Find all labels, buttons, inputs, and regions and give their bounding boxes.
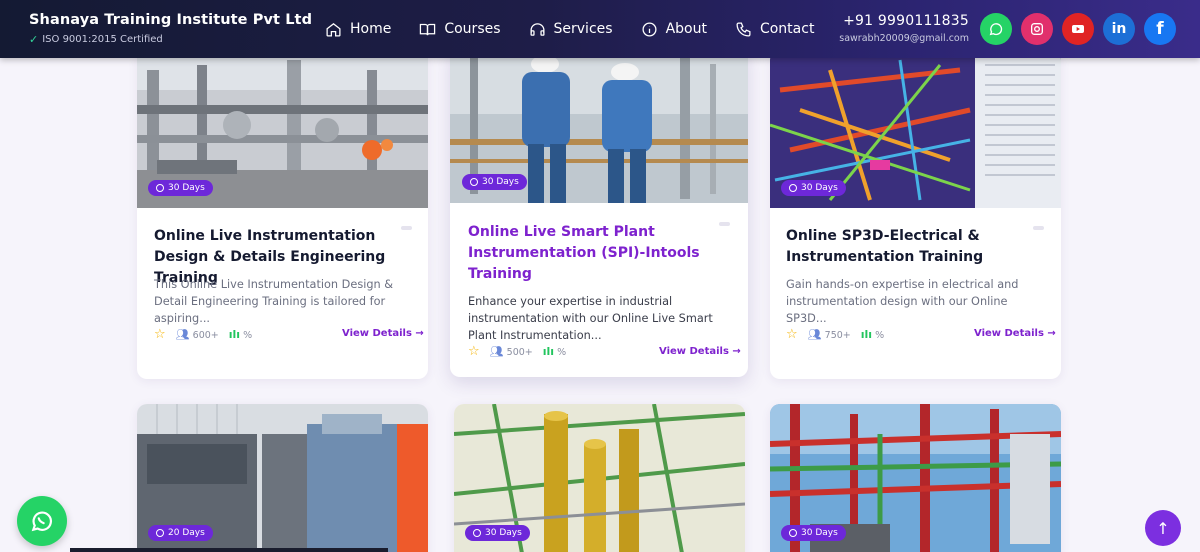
nav-services-label: Services xyxy=(553,21,613,37)
clock-icon xyxy=(789,529,797,537)
clock-icon xyxy=(473,529,481,537)
nav-about-label: About xyxy=(665,21,707,37)
view-details-label: View Details xyxy=(342,328,412,339)
star-icon: ☆ xyxy=(468,344,480,359)
card-menu-indicator xyxy=(1033,226,1044,230)
view-details-link[interactable]: View Details → xyxy=(974,328,1056,339)
course-description: Gain hands-on expertise in electrical an… xyxy=(786,278,1019,325)
nav-courses[interactable]: Courses xyxy=(419,21,501,38)
whatsapp-icon xyxy=(31,511,52,532)
duration-text: 30 Days xyxy=(168,183,205,193)
view-details-link[interactable]: View Details → xyxy=(659,346,741,357)
course-description: This Online Live Instrumentation Design … xyxy=(154,278,394,325)
course-card[interactable]: 30 Days Online SP3D-Electrical & Instrum… xyxy=(770,50,1061,379)
nav-contact[interactable]: Contact xyxy=(735,21,814,38)
clock-icon xyxy=(789,184,797,192)
phone-icon xyxy=(736,21,751,37)
users-icon: 👥︎ xyxy=(489,345,504,358)
star-icon: ☆ xyxy=(154,327,166,342)
student-count: 500+ xyxy=(506,347,533,358)
site-header: Shanaya Training Institute Pvt Ltd ✓ ISO… xyxy=(0,0,1200,58)
course-title[interactable]: Online SP3D-Electrical & Instrumentation… xyxy=(786,226,996,268)
nav-contact-label: Contact xyxy=(759,21,815,37)
duration-text: 30 Days xyxy=(801,183,838,193)
users-icon: 👥︎ xyxy=(807,328,822,341)
duration-badge: 30 Days xyxy=(148,180,213,196)
course-card-highlighted[interactable]: 30 Days Online Live Smart Plant Instrume… xyxy=(450,44,748,377)
duration-badge: 30 Days xyxy=(781,180,846,196)
contact-block: +91 9990111835 sawrabh20009@gmail.com xyxy=(839,13,969,44)
duration-badge: 20 Days xyxy=(148,525,213,541)
clock-icon xyxy=(156,529,164,537)
card-menu-indicator xyxy=(401,226,412,230)
arrow-right-icon: → xyxy=(1047,328,1056,339)
nav-home-label: Home xyxy=(350,21,392,37)
status-bar-fragment xyxy=(70,548,388,552)
view-details-label: View Details xyxy=(659,346,729,357)
scroll-to-top-button[interactable]: ↑ xyxy=(1145,510,1181,546)
linkedin-icon[interactable]: in xyxy=(1103,13,1135,45)
nav-courses-label: Courses xyxy=(444,21,501,37)
check-icon: ✓ xyxy=(29,33,39,46)
nav-services[interactable]: Services xyxy=(529,21,613,38)
student-count: 600+ xyxy=(192,330,219,341)
duration-text: 30 Days xyxy=(482,177,519,187)
duration-text: 30 Days xyxy=(485,528,522,538)
info-icon xyxy=(642,21,657,37)
brand[interactable]: Shanaya Training Institute Pvt Ltd ✓ ISO… xyxy=(29,12,312,46)
course-meta: ☆ 👥︎ 600+ ılı % xyxy=(154,327,252,342)
users-icon: 👥︎ xyxy=(175,328,190,341)
course-description: Enhance your expertise in industrial ins… xyxy=(468,295,713,342)
course-card[interactable]: 30 Days xyxy=(454,404,745,552)
duration-badge: 30 Days xyxy=(462,174,527,190)
email-address[interactable]: sawrabh20009@gmail.com xyxy=(839,33,969,44)
view-details-link[interactable]: View Details → xyxy=(342,328,424,339)
clock-icon xyxy=(470,178,478,186)
student-count: 750+ xyxy=(824,330,851,341)
clock-icon xyxy=(156,184,164,192)
instagram-icon[interactable] xyxy=(1021,13,1053,45)
rating-percent: % xyxy=(243,330,253,341)
whatsapp-float-button[interactable] xyxy=(17,496,67,546)
chart-bars-icon: ılı xyxy=(860,328,873,341)
certification-text: ISO 9001:2015 Certified xyxy=(42,34,163,45)
card-menu-indicator xyxy=(719,222,730,226)
rating-percent: % xyxy=(557,347,567,358)
arrow-right-icon: → xyxy=(415,328,424,339)
chart-bars-icon: ılı xyxy=(228,328,241,341)
headphones-icon xyxy=(530,22,545,36)
arrow-up-icon: ↑ xyxy=(1156,518,1170,538)
rating-percent: % xyxy=(875,330,885,341)
course-meta: ☆ 👥︎ 500+ ılı % xyxy=(468,344,566,359)
facebook-icon[interactable]: f xyxy=(1144,13,1176,45)
chart-bars-icon: ılı xyxy=(542,345,555,358)
nav-about[interactable]: About xyxy=(641,21,707,38)
nav-home[interactable]: Home xyxy=(325,21,391,38)
certification-line: ✓ ISO 9001:2015 Certified xyxy=(29,33,312,46)
course-meta: ☆ 👥︎ 750+ ılı % xyxy=(786,327,884,342)
duration-text: 20 Days xyxy=(168,528,205,538)
book-icon xyxy=(420,23,436,35)
course-title[interactable]: Online Live Smart Plant Instrumentation … xyxy=(468,222,703,285)
duration-badge: 30 Days xyxy=(465,525,530,541)
youtube-icon[interactable] xyxy=(1062,13,1094,45)
brand-name: Shanaya Training Institute Pvt Ltd xyxy=(29,12,313,28)
course-card[interactable]: 30 Days Online Live Instrumentation Desi… xyxy=(137,50,428,379)
home-icon xyxy=(326,22,341,37)
arrow-right-icon: → xyxy=(732,346,741,357)
course-card[interactable]: 30 Days xyxy=(770,404,1061,552)
main-nav: Home Courses Services About Contact xyxy=(325,0,814,58)
social-links: in f xyxy=(980,13,1176,45)
duration-text: 30 Days xyxy=(801,528,838,538)
star-icon: ☆ xyxy=(786,327,798,342)
course-card[interactable]: 20 Days xyxy=(137,404,428,552)
duration-badge: 30 Days xyxy=(781,525,846,541)
phone-number[interactable]: +91 9990111835 xyxy=(839,13,969,29)
view-details-label: View Details xyxy=(974,328,1044,339)
whatsapp-icon[interactable] xyxy=(980,13,1012,45)
